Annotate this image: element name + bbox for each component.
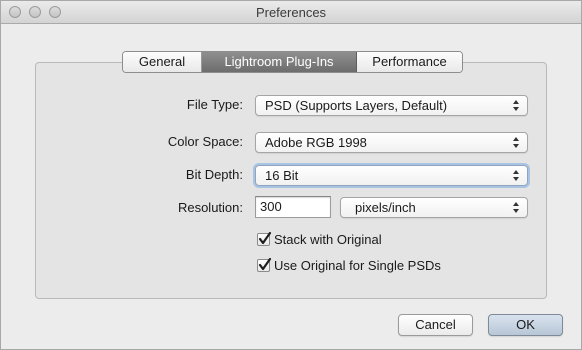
tab-lightroom-plug-ins[interactable]: Lightroom Plug-Ins bbox=[202, 52, 357, 72]
bit-depth-label: Bit Depth: bbox=[185, 167, 243, 182]
updown-arrows-icon bbox=[513, 170, 519, 181]
checkmark-icon bbox=[258, 257, 272, 270]
resolution-label: Resolution: bbox=[177, 200, 243, 215]
stack-with-original-checkbox-row[interactable]: Stack with Original bbox=[257, 231, 382, 247]
file-type-label: File Type: bbox=[186, 97, 243, 112]
updown-arrows-icon bbox=[513, 137, 519, 148]
updown-arrows-icon bbox=[513, 202, 519, 213]
use-original-single-psds-label: Use Original for Single PSDs bbox=[274, 257, 441, 273]
bit-depth-popup[interactable]: 16 Bit bbox=[255, 165, 528, 186]
preferences-window: Preferences General Lightroom Plug-Ins P… bbox=[0, 0, 582, 350]
resolution-unit-popup[interactable]: pixels/inch bbox=[340, 197, 528, 218]
resolution-unit-value: pixels/inch bbox=[355, 200, 416, 215]
ok-button[interactable]: OK bbox=[488, 314, 563, 336]
stack-with-original-checkbox[interactable] bbox=[257, 231, 272, 246]
resolution-input[interactable]: 300 bbox=[255, 196, 331, 218]
updown-arrows-icon bbox=[513, 100, 519, 111]
file-type-popup[interactable]: PSD (Supports Layers, Default) bbox=[255, 95, 528, 116]
title-bar: Preferences bbox=[1, 1, 581, 24]
window-title: Preferences bbox=[255, 5, 327, 20]
color-space-value: Adobe RGB 1998 bbox=[265, 135, 367, 150]
tab-bar: General Lightroom Plug-Ins Performance bbox=[122, 51, 463, 73]
stack-with-original-label: Stack with Original bbox=[274, 231, 382, 247]
checkmark-icon bbox=[258, 231, 272, 244]
tab-general[interactable]: General bbox=[123, 52, 202, 72]
cancel-button[interactable]: Cancel bbox=[398, 314, 473, 336]
file-type-value: PSD (Supports Layers, Default) bbox=[265, 98, 448, 113]
tab-performance[interactable]: Performance bbox=[357, 52, 462, 72]
use-original-single-psds-checkbox[interactable] bbox=[257, 257, 272, 272]
use-original-single-psds-checkbox-row[interactable]: Use Original for Single PSDs bbox=[257, 257, 441, 273]
color-space-label: Color Space: bbox=[167, 134, 243, 149]
color-space-popup[interactable]: Adobe RGB 1998 bbox=[255, 132, 528, 153]
bit-depth-value: 16 Bit bbox=[265, 168, 299, 183]
